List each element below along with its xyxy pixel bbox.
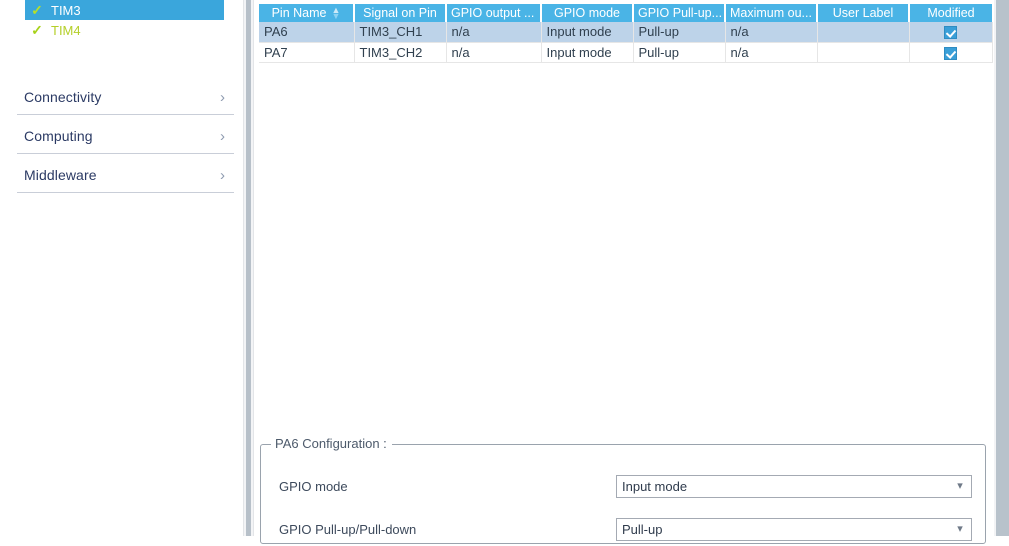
header-label: Pin Name <box>271 5 327 20</box>
column-header-pin-name[interactable]: Pin Name ▲ ▼ <box>259 4 355 22</box>
gpio-pullup-select[interactable]: Pull-up ▾ <box>616 517 972 541</box>
sidebar-item-tim3[interactable]: ✓ TIM3 <box>25 0 224 20</box>
field-label: GPIO mode <box>279 478 348 494</box>
config-field-gpio-mode: GPIO mode Input mode ▾ <box>261 469 985 503</box>
check-icon: ✓ <box>31 2 43 18</box>
sidebar-item-tim4[interactable]: ✓ TIM4 <box>25 20 224 40</box>
cell-gpio-pullup[interactable]: Pull-up <box>633 42 726 63</box>
table-header-row: Pin Name ▲ ▼ Signal on Pin GPIO output ...… <box>259 4 992 22</box>
chevron-right-icon: › <box>220 88 225 106</box>
divider <box>17 153 234 154</box>
gpio-configuration-view: ✓ TIM3 ✓ TIM4 Connectivity › Computing › <box>0 0 1009 544</box>
cell-gpio-output[interactable]: n/a <box>446 22 542 43</box>
peripheral-label: TIM3 <box>51 2 81 18</box>
category-label: Connectivity <box>24 89 102 105</box>
cell-modified[interactable] <box>909 42 993 63</box>
cell-gpio-mode[interactable]: Input mode <box>541 42 634 63</box>
checkbox-checked-icon[interactable] <box>944 26 957 40</box>
cell-modified[interactable] <box>909 22 993 43</box>
pin-table-container: Pin Name ▲ ▼ Signal on Pin GPIO output ...… <box>259 4 993 414</box>
cell-maximum-output[interactable]: n/a <box>725 42 818 63</box>
scrollbar-thumb[interactable] <box>996 0 1009 536</box>
column-header-signal-on-pin[interactable]: Signal on Pin <box>354 4 447 22</box>
cell-pin-name[interactable]: PA6 <box>259 22 355 43</box>
cell-user-label[interactable] <box>817 22 910 43</box>
chevron-right-icon: › <box>220 166 225 184</box>
cell-gpio-pullup[interactable]: Pull-up <box>633 22 726 43</box>
column-header-gpio-output[interactable]: GPIO output ... <box>446 4 542 22</box>
check-icon: ✓ <box>31 22 43 38</box>
vertical-scrollbar[interactable] <box>994 0 1009 536</box>
checkbox-checked-icon[interactable] <box>944 46 957 60</box>
divider <box>17 114 234 115</box>
config-field-gpio-pullup: GPIO Pull-up/Pull-down Pull-up ▾ <box>261 512 985 546</box>
peripherals-sidebar: ✓ TIM3 ✓ TIM4 Connectivity › Computing › <box>0 0 243 536</box>
table-row[interactable]: PA7 TIM3_CH2 n/a Input mode Pull-up n/a <box>259 42 993 63</box>
cell-user-label[interactable] <box>817 42 910 63</box>
sidebar-category-connectivity[interactable]: Connectivity › <box>14 81 237 120</box>
cell-pin-name[interactable]: PA7 <box>259 42 355 63</box>
category-label: Middleware <box>24 167 97 183</box>
category-row[interactable]: Computing › <box>14 120 237 152</box>
table-row[interactable]: PA6 TIM3_CH1 n/a Input mode Pull-up n/a <box>259 22 993 43</box>
column-header-modified[interactable]: Modified <box>909 4 992 22</box>
divider <box>17 192 234 193</box>
category-row[interactable]: Connectivity › <box>14 81 237 113</box>
selected-value: Input mode <box>622 478 688 494</box>
peripheral-list: ✓ TIM3 ✓ TIM4 <box>0 0 243 40</box>
category-row[interactable]: Middleware › <box>14 159 237 191</box>
column-header-maximum-output[interactable]: Maximum ou... <box>725 4 818 22</box>
pin-table: Pin Name ▲ ▼ Signal on Pin GPIO output ...… <box>259 4 993 63</box>
field-label: GPIO Pull-up/Pull-down <box>279 521 417 537</box>
peripheral-label: TIM4 <box>51 22 81 38</box>
cell-gpio-mode[interactable]: Input mode <box>541 22 634 43</box>
sidebar-category-computing[interactable]: Computing › <box>14 120 237 159</box>
cell-signal-on-pin[interactable]: TIM3_CH2 <box>354 42 447 63</box>
pin-configuration-groupbox: PA6 Configuration : GPIO mode Input mode… <box>260 436 986 546</box>
gpio-mode-select[interactable]: Input mode ▾ <box>616 474 972 498</box>
chevron-down-icon: ▾ <box>957 479 963 492</box>
panel-splitter[interactable] <box>243 0 254 536</box>
category-accordion: Connectivity › Computing › Middleware › <box>0 81 243 198</box>
chevron-right-icon: › <box>220 127 225 145</box>
sort-updown-icon: ▲ ▼ <box>331 4 341 22</box>
pin-configuration-panel: Pin Name ▲ ▼ Signal on Pin GPIO output ...… <box>254 0 1009 544</box>
column-header-gpio-pullup[interactable]: GPIO Pull-up... <box>633 4 726 22</box>
selected-value: Pull-up <box>622 521 663 537</box>
category-label: Computing <box>24 128 93 144</box>
chevron-down-icon: ▾ <box>957 522 963 535</box>
cell-signal-on-pin[interactable]: TIM3_CH1 <box>354 22 447 43</box>
splitter-grip[interactable] <box>246 0 251 536</box>
column-header-user-label[interactable]: User Label <box>817 4 910 22</box>
sidebar-category-middleware[interactable]: Middleware › <box>14 159 237 198</box>
cell-gpio-output[interactable]: n/a <box>446 42 542 63</box>
column-header-gpio-mode[interactable]: GPIO mode <box>541 4 634 22</box>
groupbox-title: PA6 Configuration : <box>271 436 392 451</box>
cell-maximum-output[interactable]: n/a <box>725 22 818 43</box>
